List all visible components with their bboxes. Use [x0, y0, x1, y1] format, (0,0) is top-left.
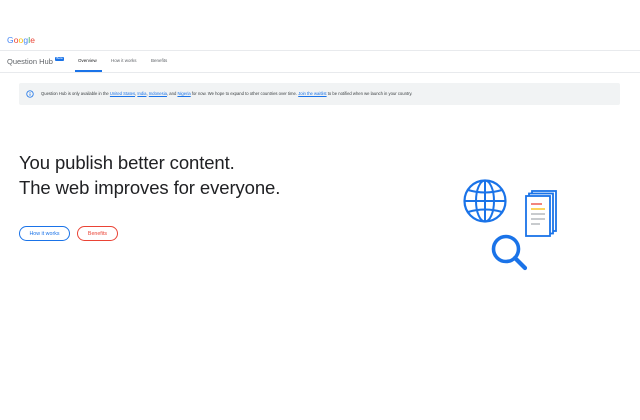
- magnifier-icon: [491, 234, 528, 271]
- hero-illustration: [463, 179, 557, 271]
- beta-badge: Beta: [54, 56, 65, 62]
- hero-headline-line2: The web improves for everyone.: [19, 177, 281, 198]
- notice-text: Question Hub is only available in the Un…: [41, 91, 413, 96]
- availability-notice: Question Hub is only available in the Un…: [19, 83, 620, 105]
- document-stack-icon: [525, 190, 557, 237]
- info-icon: [26, 90, 34, 98]
- tab-overview[interactable]: Overview: [78, 58, 97, 63]
- brand[interactable]: Question Hub Beta: [7, 56, 65, 66]
- tab-how-it-works[interactable]: How it works: [111, 58, 137, 63]
- link-join-waitlist[interactable]: Join the waitlist: [298, 91, 326, 96]
- link-nigeria[interactable]: Nigeria: [177, 91, 190, 96]
- how-it-works-button[interactable]: How it works: [19, 226, 70, 241]
- product-nav: Question Hub Beta Overview How it works …: [0, 51, 640, 72]
- logo-letter: G: [7, 35, 14, 45]
- logo-letter: e: [30, 35, 36, 45]
- benefits-button[interactable]: Benefits: [77, 226, 118, 241]
- link-united-states[interactable]: United States: [110, 91, 135, 96]
- hero-headline-line1: You publish better content.: [19, 152, 235, 173]
- brand-name: Question Hub: [7, 57, 53, 66]
- link-indonesia[interactable]: Indonesia: [149, 91, 167, 96]
- tab-benefits[interactable]: Benefits: [151, 58, 167, 63]
- globe-icon: [463, 179, 507, 223]
- google-logo[interactable]: Google: [7, 35, 35, 45]
- nav-divider: [0, 72, 640, 73]
